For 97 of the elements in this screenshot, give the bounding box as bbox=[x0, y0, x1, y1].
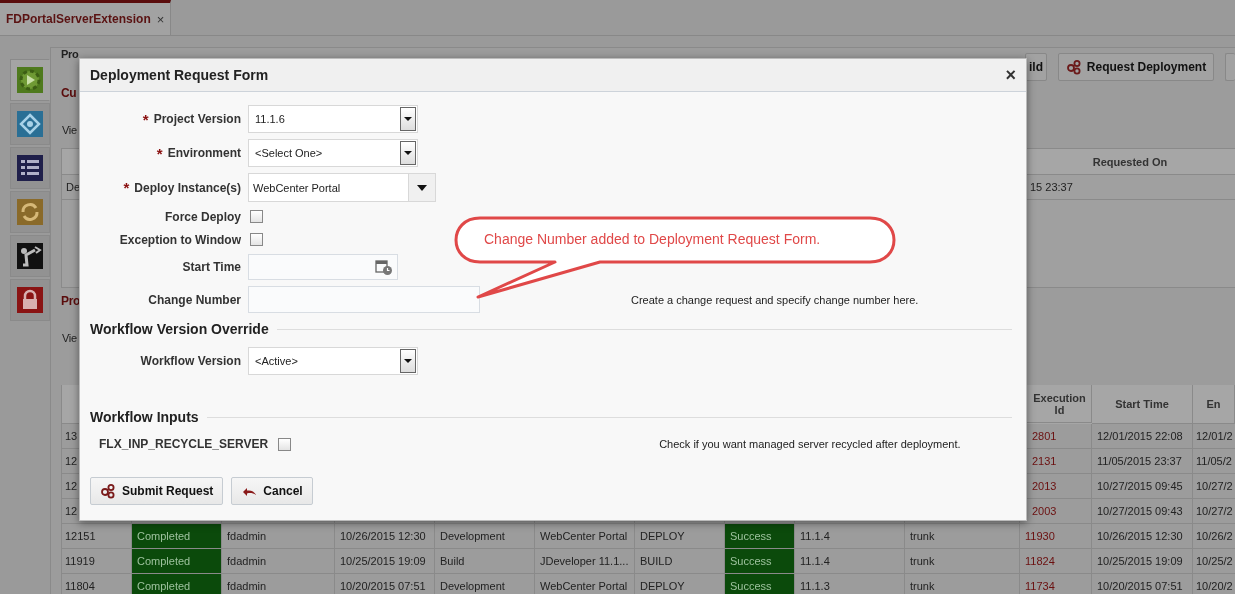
status-cell: Completed bbox=[132, 549, 222, 574]
help-text: Create a change request and specify change number here. bbox=[631, 293, 919, 306]
gear-play-icon bbox=[17, 67, 43, 93]
column-header: En bbox=[1193, 385, 1235, 424]
table-cell: JDeveloper 11.1... bbox=[535, 549, 635, 574]
table-cell: 11/05/2015 23:37 bbox=[1092, 449, 1193, 474]
table-cell-text: 15 23:37 bbox=[1030, 181, 1074, 193]
sidebar-item[interactable] bbox=[10, 235, 50, 277]
required-mark: * bbox=[123, 179, 130, 196]
table-cell: 10/27/2 bbox=[1193, 474, 1235, 499]
table-cell: 10/27/2 bbox=[1193, 499, 1235, 524]
list-icon bbox=[17, 155, 43, 181]
view-menu[interactable]: Vie bbox=[62, 124, 77, 142]
sidebar-item[interactable] bbox=[10, 59, 50, 101]
table-cell: Development bbox=[435, 574, 535, 594]
gears-icon bbox=[1065, 59, 1082, 75]
status-cell: Success bbox=[725, 574, 795, 594]
document-tab[interactable]: FDPortalServerExtension × bbox=[0, 0, 172, 35]
date-time-field[interactable] bbox=[248, 254, 398, 280]
field-label: Deploy Instance(s) bbox=[134, 180, 241, 195]
robot-arm-icon bbox=[17, 243, 43, 269]
execution-link[interactable]: 11734 bbox=[1020, 574, 1092, 594]
table-cell-text: De bbox=[65, 181, 81, 193]
field-label: Change Number bbox=[148, 292, 241, 307]
table-cell: 11/05/2 bbox=[1193, 449, 1235, 474]
lock-icon bbox=[17, 287, 43, 313]
dropdown[interactable]: 11.1.6 bbox=[248, 105, 418, 133]
table-cell: 10/27/2015 09:43 bbox=[1092, 499, 1193, 524]
table-cell: trunk bbox=[905, 574, 1020, 594]
field-label: Project Version bbox=[153, 112, 241, 126]
callout-text: Change Number added to Deployment Request Form. bbox=[484, 231, 821, 247]
help-text: Check if you want managed server recycled after deployment. bbox=[659, 438, 961, 450]
page-title: Pro bbox=[61, 48, 79, 60]
section-title: Pro bbox=[61, 294, 81, 308]
sidebar-item[interactable] bbox=[10, 279, 50, 321]
table-cell: 10/20/2015 07:51 bbox=[1092, 574, 1193, 594]
table-cell: 10/26/2 bbox=[1193, 524, 1235, 549]
field-label: Start Time bbox=[182, 260, 241, 274]
close-icon[interactable]: × bbox=[1005, 64, 1016, 86]
status-cell: Success bbox=[725, 524, 795, 549]
refresh-icon bbox=[17, 199, 43, 225]
field-label: Force Deploy bbox=[164, 209, 241, 224]
required-mark: * bbox=[142, 110, 149, 128]
table-cell: 11.1.4 bbox=[795, 549, 905, 574]
cancel-button[interactable]: Cancel bbox=[231, 477, 313, 505]
execution-link[interactable]: 11930 bbox=[1020, 524, 1092, 549]
change-number-field[interactable] bbox=[248, 286, 480, 313]
table-cell: fdadmin bbox=[222, 549, 335, 574]
table-cell: fdadmin bbox=[222, 574, 335, 594]
table-cell: 10/26/2015 12:30 bbox=[1092, 524, 1193, 549]
toolbar-button[interactable]: ild bbox=[1025, 53, 1047, 81]
table-cell: WebCenter Portal bbox=[535, 574, 635, 594]
section-title: Cu bbox=[61, 86, 77, 100]
field-label: Environment bbox=[167, 146, 241, 160]
dropdown[interactable]: <Select One> bbox=[248, 139, 418, 167]
table-cell: 11.1.3 bbox=[795, 574, 905, 594]
status-cell: Completed bbox=[132, 574, 222, 594]
section-title: Workflow Version Override bbox=[90, 321, 269, 337]
network-icon bbox=[17, 111, 43, 137]
table-cell: WebCenter Portal bbox=[535, 524, 635, 549]
execution-link[interactable]: 11824 bbox=[1020, 549, 1092, 574]
table-cell: 11.1.4 bbox=[795, 524, 905, 549]
checkbox[interactable] bbox=[250, 233, 263, 246]
table-cell: trunk bbox=[905, 549, 1020, 574]
close-icon[interactable]: × bbox=[156, 11, 165, 27]
table-cell: 10/20/2015 07:51 bbox=[335, 574, 435, 594]
section-title: Workflow Inputs bbox=[90, 409, 199, 425]
table-cell: 10/25/2015 19:09 bbox=[335, 549, 435, 574]
sidebar-item[interactable] bbox=[10, 147, 50, 189]
table-cell: fdadmin bbox=[222, 524, 335, 549]
dropdown[interactable]: WebCenter Portal bbox=[248, 173, 436, 202]
field-label: Workflow Version bbox=[140, 354, 241, 368]
table-cell: 10/25/2015 19:09 bbox=[1092, 549, 1193, 574]
column-header: Start Time bbox=[1092, 385, 1193, 424]
table-cell: 10/26/2015 12:30 bbox=[335, 524, 435, 549]
checkbox[interactable] bbox=[278, 437, 292, 451]
view-menu[interactable]: Vie bbox=[62, 332, 77, 350]
checkbox[interactable] bbox=[250, 210, 263, 223]
dialog-title: Deployment Request Form bbox=[90, 67, 269, 83]
column-header: Requested On bbox=[1091, 155, 1169, 168]
table-cell: trunk bbox=[905, 524, 1020, 549]
submit-button[interactable]: Submit Request bbox=[90, 477, 224, 505]
status-cell: Completed bbox=[132, 524, 222, 549]
table-cell: 10/25/2 bbox=[1193, 549, 1235, 574]
table-cell: 12/01/2 bbox=[1193, 424, 1235, 449]
table-cell: 10/20/2 bbox=[1193, 574, 1235, 594]
field-label: Exception to Window bbox=[119, 232, 241, 247]
table-cell: 10/27/2015 09:45 bbox=[1092, 474, 1193, 499]
table-cell: Development bbox=[435, 524, 535, 549]
gears-icon bbox=[100, 483, 116, 499]
required-mark: * bbox=[156, 144, 163, 162]
calendar-clock-icon[interactable] bbox=[375, 258, 393, 276]
table-cell: Build bbox=[435, 549, 535, 574]
status-cell: Success bbox=[725, 549, 795, 574]
request-deployment-button[interactable]: Request Deployment bbox=[1058, 53, 1214, 81]
table-cell: 12/01/2015 22:08 bbox=[1092, 424, 1193, 449]
dropdown[interactable]: <Active> bbox=[248, 347, 418, 375]
